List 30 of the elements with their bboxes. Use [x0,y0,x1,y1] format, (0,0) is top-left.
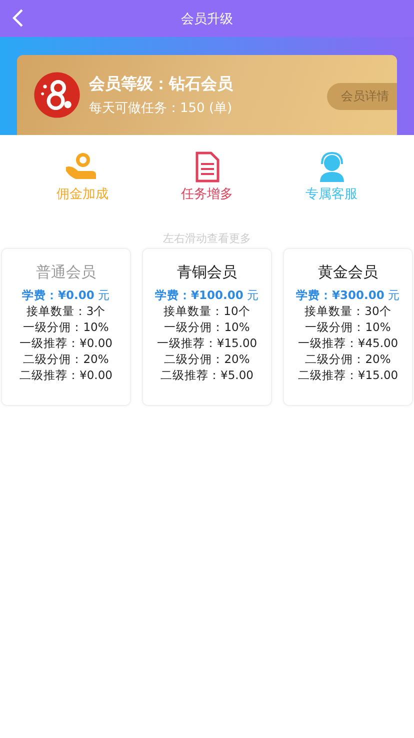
feature-label: 专属客服 [306,186,358,203]
plan-detail: 一级推荐：¥15.00 [156,335,258,351]
daily-tasks: 每天可做任务：150 (单) [89,100,234,116]
plan-fee: 学费：¥0.00 元 [22,288,110,303]
plan-detail: 二级分佣：20% [305,351,391,367]
plan-detail: 接单数量：3个 [26,303,106,319]
feature-label: 任务增多 [180,186,233,203]
plan-detail: 一级推荐：¥45.00 [298,335,398,351]
plan-fee: 学费：¥300.00 元 [296,288,400,303]
plan-detail: 接单数量：10个 [164,303,250,319]
plan-name: 黄金会员 [318,263,378,282]
plan-detail: 二级推荐：¥5.00 [160,367,254,383]
feature-label: 佣金加成 [56,186,108,203]
plan-detail: 二级推荐：¥0.00 [20,367,112,383]
plan-detail: 一级分佣：10% [164,319,250,335]
plan-detail: 一级推荐：¥0.00 [20,335,112,351]
plan-detail: 一级分佣：10% [305,319,391,335]
plan-detail: 一级分佣：10% [23,319,109,335]
plan-detail: 二级推荐：¥15.00 [298,367,398,383]
page-title: 会员升级 [181,10,233,28]
plan-card[interactable]: 黄金会员 学费：¥300.00 元 接单数量：30个 一级分佣：10% 一级推荐：¥45.00 二级分佣：20% 二级推荐：¥15.00 [283,248,413,406]
plan-name: 青铜会员 [177,263,237,282]
plan-detail: 接单数量：30个 [304,303,392,319]
plan-fee: 学费：¥100.00 元 [154,288,260,303]
plan-card[interactable]: 青铜会员 学费：¥100.00 元 接单数量：10个 一级分佣：10% 一级推荐：¥15.00 二级分佣：20% 二级推荐：¥5.00 [142,248,272,406]
member-level: 会员等级：钻石会员 [89,74,234,94]
plan-name: 普通会员 [36,263,96,282]
plan-detail: 二级分佣：20% [164,351,250,367]
logo-icon [33,71,81,119]
plan-detail: 二级分佣：20% [23,351,109,367]
